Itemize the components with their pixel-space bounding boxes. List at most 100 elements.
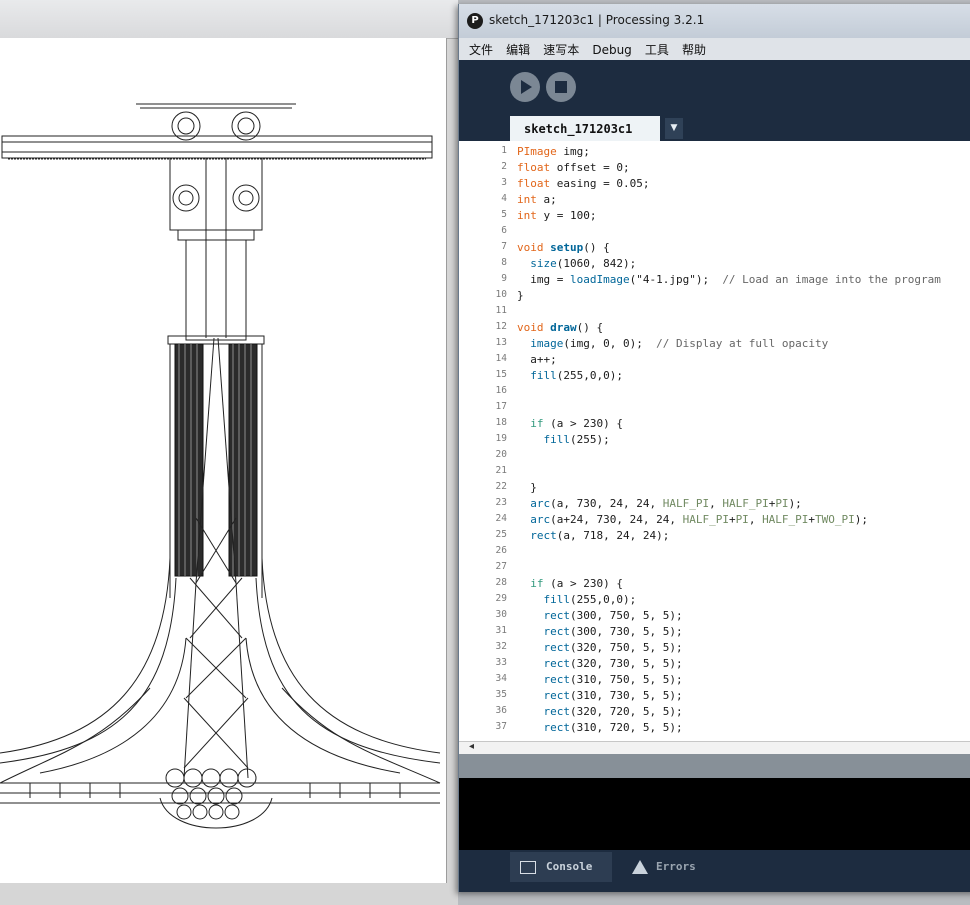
menu-help[interactable]: 帮助 (678, 38, 710, 58)
scroll-left-arrow-icon[interactable]: ◂ (469, 741, 474, 752)
code-text: fill(255); (543, 433, 610, 446)
code-line[interactable]: 6 (459, 225, 970, 241)
code-line[interactable]: 13 image(img, 0, 0); // Display at full … (459, 337, 970, 353)
code-line[interactable]: 5 int y = 100; (459, 209, 970, 225)
code-line[interactable]: 18 if (a > 230) { (459, 417, 970, 433)
line-number: 22 (495, 481, 507, 492)
code-line[interactable]: 15 fill(255,0,0); (459, 369, 970, 385)
code-line[interactable]: 16 (459, 385, 970, 401)
footer-tabs: Console Errors (459, 850, 970, 892)
line-number: 14 (495, 353, 507, 364)
code-line[interactable]: 32 rect(320, 750, 5, 5); (459, 641, 970, 657)
code-line[interactable]: 26 (459, 545, 970, 561)
code-text: rect(320, 730, 5, 5); (543, 657, 683, 670)
code-text: rect(310, 730, 5, 5); (543, 689, 683, 702)
code-line[interactable]: 11 (459, 305, 970, 321)
code-text: void setup() { (517, 241, 610, 254)
sketch-window-titlebar[interactable] (0, 0, 458, 39)
code-text: rect(a, 718, 24, 24); (530, 529, 670, 542)
menu-file[interactable]: 文件 (465, 38, 497, 58)
menu-debug[interactable]: Debug (588, 40, 635, 57)
code-text: arc(a, 730, 24, 24, HALF_PI, HALF_PI+PI)… (530, 497, 802, 510)
code-line[interactable]: 34 rect(310, 750, 5, 5); (459, 673, 970, 689)
code-line[interactable]: 21 (459, 465, 970, 481)
code-line[interactable]: 14 a++; (459, 353, 970, 369)
code-line[interactable]: 19 fill(255); (459, 433, 970, 449)
code-line[interactable]: 10} (459, 289, 970, 305)
line-number: 26 (495, 545, 507, 556)
console-icon (520, 860, 536, 874)
code-text: rect(320, 720, 5, 5); (543, 705, 683, 718)
code-line[interactable]: 4 int a; (459, 193, 970, 209)
line-number: 13 (495, 337, 507, 348)
line-number: 30 (495, 609, 507, 620)
console-tab-label: Console (546, 860, 593, 873)
line-number: 10 (495, 289, 507, 300)
code-line[interactable]: 12 void draw() { (459, 321, 970, 337)
code-text: rect(320, 750, 5, 5); (543, 641, 683, 654)
code-line[interactable]: 29 fill(255,0,0); (459, 593, 970, 609)
console-output[interactable] (459, 778, 970, 850)
errors-tab[interactable]: Errors (622, 852, 712, 882)
code-editor[interactable]: 1 PImage img; 2 float offset = 0; 3 float eas… (459, 141, 970, 741)
stop-icon (555, 81, 567, 93)
line-number: 12 (495, 321, 507, 332)
code-line[interactable]: 8 size(1060, 842); (459, 257, 970, 273)
code-line[interactable]: 30 rect(300, 750, 5, 5); (459, 609, 970, 625)
code-text: rect(310, 720, 5, 5); (543, 721, 683, 734)
code-line[interactable]: 25 rect(a, 718, 24, 24); (459, 529, 970, 545)
code-text: rect(300, 730, 5, 5); (543, 625, 683, 638)
horizontal-scrollbar[interactable]: ◂ (459, 741, 970, 755)
line-number: 11 (495, 305, 507, 316)
code-line[interactable]: 9 img = loadImage("4-1.jpg"); // Load an… (459, 273, 970, 289)
menu-edit[interactable]: 编辑 (502, 38, 534, 58)
status-bar (459, 754, 970, 778)
sketch-canvas (0, 38, 447, 883)
code-text: rect(310, 750, 5, 5); (543, 673, 683, 686)
line-number: 19 (495, 433, 507, 444)
line-number: 35 (495, 689, 507, 700)
tab-sketch-file[interactable]: sketch_171203c1 (510, 116, 660, 141)
run-button[interactable] (510, 72, 540, 102)
code-text: float easing = 0.05; (517, 177, 650, 190)
code-line[interactable]: 1 PImage img; (459, 145, 970, 161)
line-number: 17 (495, 401, 507, 412)
code-line[interactable]: 23 arc(a, 730, 24, 24, HALF_PI, HALF_PI+… (459, 497, 970, 513)
code-text: int a; (517, 193, 557, 206)
console-tab[interactable]: Console (510, 852, 612, 882)
line-number: 20 (495, 449, 507, 460)
editor-titlebar[interactable]: P sketch_171203c1 | Processing 3.2.1 (459, 4, 970, 38)
code-text: PImage img; (517, 145, 590, 158)
code-line[interactable]: 3 float easing = 0.05; (459, 177, 970, 193)
code-line[interactable]: 37 rect(310, 720, 5, 5); (459, 721, 970, 737)
code-line[interactable]: 17 (459, 401, 970, 417)
code-text: } (517, 289, 524, 302)
code-text: a++; (517, 353, 557, 366)
tab-menu-chevron-down-icon[interactable]: ▼ (665, 118, 683, 139)
line-number: 15 (495, 369, 507, 380)
code-line[interactable]: 36 rect(320, 720, 5, 5); (459, 705, 970, 721)
code-line[interactable]: 31 rect(300, 730, 5, 5); (459, 625, 970, 641)
errors-tab-label: Errors (656, 860, 696, 873)
code-text: if (a > 230) { (530, 577, 623, 590)
code-line[interactable]: 2 float offset = 0; (459, 161, 970, 177)
code-text: if (a > 230) { (530, 417, 623, 430)
code-text: fill(255,0,0); (530, 369, 623, 382)
menu-sketch[interactable]: 速写本 (539, 38, 583, 58)
code-text: img = loadImage("4-1.jpg"); // Load an i… (517, 273, 941, 286)
code-line[interactable]: 7 void setup() { (459, 241, 970, 257)
stop-button[interactable] (546, 72, 576, 102)
code-line[interactable]: 33 rect(320, 730, 5, 5); (459, 657, 970, 673)
line-number: 36 (495, 705, 507, 716)
code-line[interactable]: 22 } (459, 481, 970, 497)
code-line[interactable]: 20 (459, 449, 970, 465)
menu-tools[interactable]: 工具 (641, 38, 673, 58)
code-line[interactable]: 35 rect(310, 730, 5, 5); (459, 689, 970, 705)
line-number: 32 (495, 641, 507, 652)
code-text: size(1060, 842); (530, 257, 637, 270)
line-number: 31 (495, 625, 507, 636)
code-line[interactable]: 27 (459, 561, 970, 577)
code-line[interactable]: 28 if (a > 230) { (459, 577, 970, 593)
code-text: void draw() { (517, 321, 604, 334)
code-line[interactable]: 24 arc(a+24, 730, 24, 24, HALF_PI+PI, HA… (459, 513, 970, 529)
